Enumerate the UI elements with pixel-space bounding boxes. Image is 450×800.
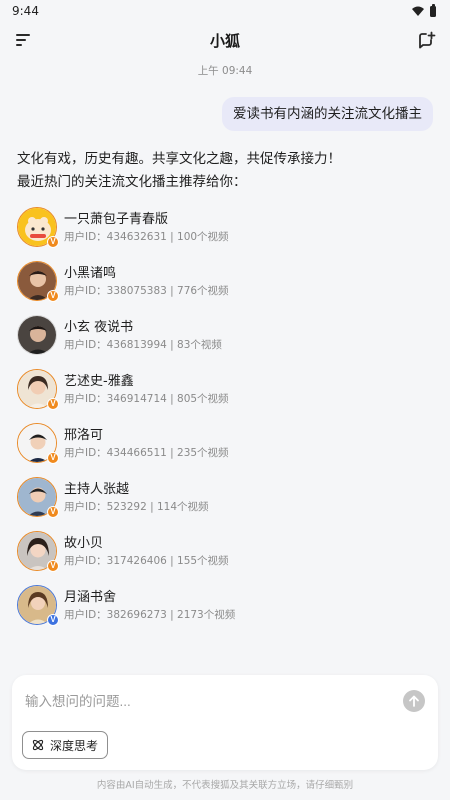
streamer-item[interactable]: V 故小贝 用户ID：317426406 | 155个视频 xyxy=(17,524,433,578)
avatar: V xyxy=(17,261,59,302)
streamer-meta: 用户ID：434466511 | 235个视频 xyxy=(64,446,229,459)
streamer-name: 小黑诸鸣 xyxy=(64,265,117,281)
deep-think-label: 深度思考 xyxy=(50,738,99,753)
streamer-item[interactable]: V 邢洛可 用户ID：434466511 | 235个视频 xyxy=(17,416,433,470)
app-header: 小狐 xyxy=(0,24,450,56)
composer-card: 深度思考 xyxy=(12,675,438,770)
avatar: V xyxy=(17,207,59,248)
assistant-reply: 文化有戏，历史有趣。共享文化之趣，共促传承接力！ 最近热门的关注流文化播主推荐给… xyxy=(17,148,433,194)
reply-line: 最近热门的关注流文化播主推荐给你： xyxy=(17,174,247,190)
verified-badge: V xyxy=(47,398,59,410)
avatar: V xyxy=(17,531,59,572)
avatar: V xyxy=(17,585,59,626)
question-input[interactable] xyxy=(25,689,385,713)
streamer-item[interactable]: V 月涵书舍 用户ID：382696273 | 2173个视频 xyxy=(17,578,433,632)
avatar: V xyxy=(17,477,59,518)
streamer-item[interactable]: V 艺述史-雅鑫 用户ID：346914714 | 805个视频 xyxy=(17,362,433,416)
streamer-name: 主持人张越 xyxy=(64,481,130,497)
streamer-item[interactable]: V 主持人张越 用户ID：523292 | 114个视频 xyxy=(17,470,433,524)
menu-icon[interactable] xyxy=(14,31,34,49)
new-chat-icon[interactable] xyxy=(416,30,436,50)
streamer-meta: 用户ID：346914714 | 805个视频 xyxy=(64,392,229,405)
send-button[interactable] xyxy=(403,690,425,712)
streamer-meta: 用户ID：317426406 | 155个视频 xyxy=(64,554,229,567)
streamer-item[interactable]: V 一只萧包子青春版 用户ID：434632631 | 100个视频 xyxy=(17,200,433,254)
avatar xyxy=(17,315,57,355)
page-title: 小狐 xyxy=(209,31,240,50)
avatar: V xyxy=(17,423,59,464)
atom-icon xyxy=(32,739,44,751)
status-icons xyxy=(412,3,436,17)
streamer-name: 故小贝 xyxy=(64,535,104,551)
streamer-meta: 用户ID：382696273 | 2173个视频 xyxy=(64,608,236,621)
verified-badge: V xyxy=(47,290,59,302)
streamer-name: 一只萧包子青春版 xyxy=(64,211,169,227)
verified-badge: V xyxy=(47,614,59,626)
chat-timestamp: 上午 09:44 xyxy=(197,65,253,77)
status-time: 9:44 xyxy=(12,4,39,18)
streamer-meta: 用户ID：523292 | 114个视频 xyxy=(64,500,209,513)
wifi-icon xyxy=(412,6,424,16)
arrow-up-icon xyxy=(409,695,419,707)
streamer-meta: 用户ID：436813994 | 83个视频 xyxy=(64,338,222,351)
verified-badge: V xyxy=(47,236,59,248)
user-message-bubble: 爱读书有内涵的关注流文化播主 xyxy=(222,97,433,131)
deep-think-button[interactable]: 深度思考 xyxy=(22,731,109,759)
verified-badge: V xyxy=(47,560,59,572)
battery-icon xyxy=(430,3,436,17)
verified-badge: V xyxy=(47,506,59,518)
reply-line: 文化有戏，历史有趣。共享文化之趣，共促传承接力！ xyxy=(17,151,341,167)
streamer-list: V 一只萧包子青春版 用户ID：434632631 | 100个视频 V 小黑诸… xyxy=(17,200,433,632)
streamer-name: 邢洛可 xyxy=(64,427,104,443)
streamer-item[interactable]: V 小黑诸鸣 用户ID：338075383 | 776个视频 xyxy=(17,254,433,308)
streamer-item[interactable]: 小玄 夜说书 用户ID：436813994 | 83个视频 xyxy=(17,308,433,362)
ai-disclaimer: 内容由AI自动生成，不代表搜狐及其关联方立场，请仔细甄别 xyxy=(96,780,354,791)
verified-badge: V xyxy=(47,452,59,464)
avatar: V xyxy=(17,369,59,410)
streamer-meta: 用户ID：338075383 | 776个视频 xyxy=(64,284,229,297)
status-bar: 9:44 xyxy=(0,0,450,22)
streamer-meta: 用户ID：434632631 | 100个视频 xyxy=(64,230,229,243)
streamer-name: 小玄 夜说书 xyxy=(64,319,134,335)
streamer-name: 月涵书舍 xyxy=(64,589,117,605)
streamer-name: 艺述史-雅鑫 xyxy=(64,373,134,389)
